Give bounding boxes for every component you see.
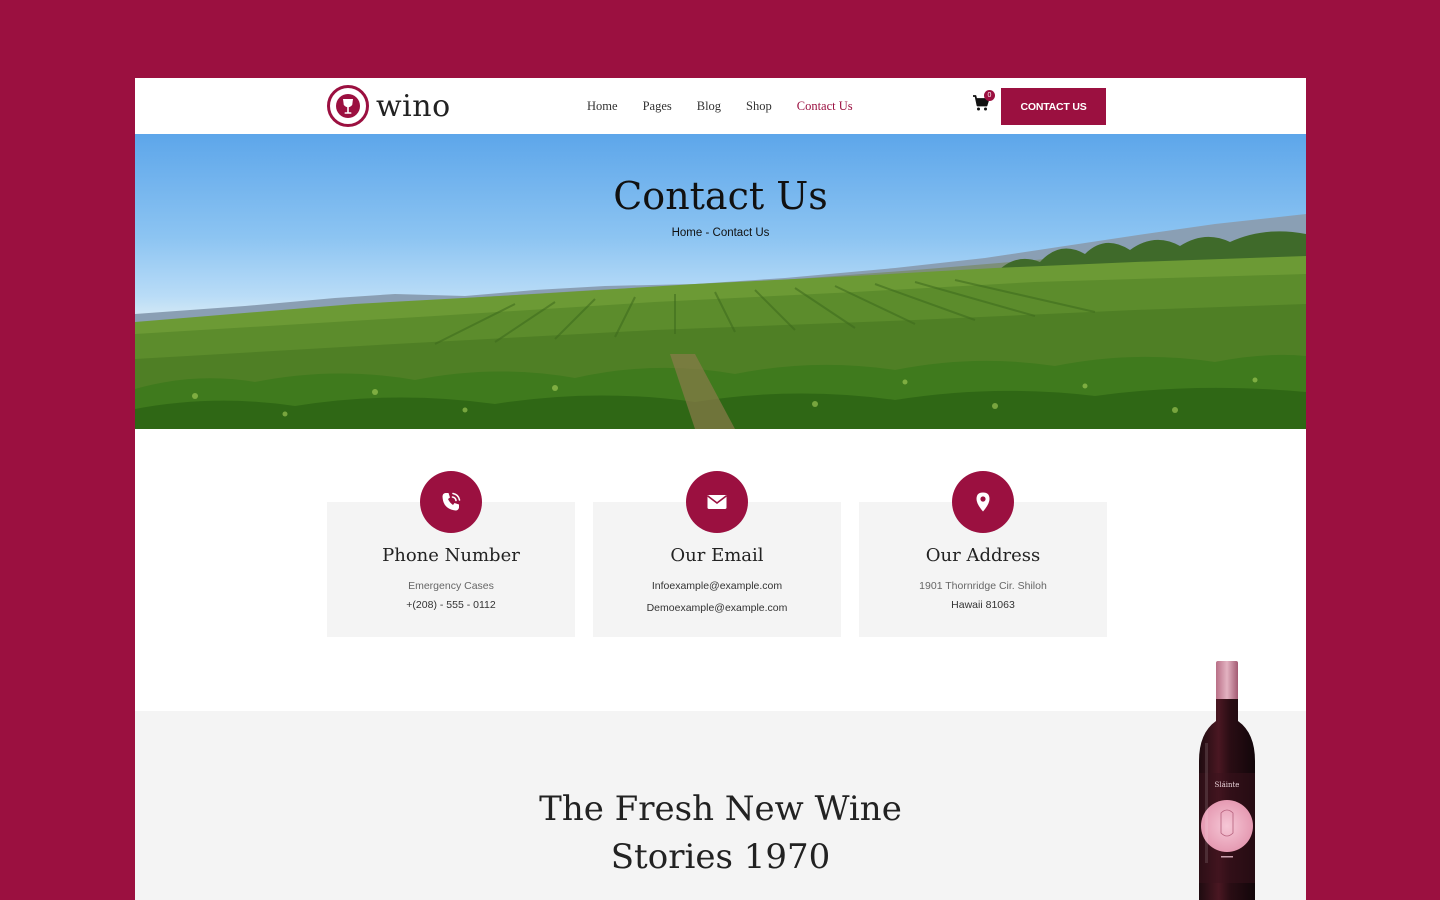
email-address-demo[interactable]: Demoexample@example.com bbox=[593, 602, 841, 614]
nav-item-contact-us[interactable]: Contact Us bbox=[797, 99, 853, 114]
contact-info-cards: Phone Number Emergency Cases +(208) - 55… bbox=[327, 471, 1107, 637]
phone-icon bbox=[420, 471, 482, 533]
story-section: The Fresh New Wine Stories 1970 bbox=[135, 711, 1306, 900]
card-title: Our Email bbox=[670, 545, 764, 566]
contact-us-button[interactable]: CONTACT US bbox=[1001, 88, 1106, 125]
breadcrumb-home-link[interactable]: Home bbox=[672, 227, 703, 239]
card-subtitle: Emergency Cases bbox=[408, 580, 494, 592]
nav-item-home[interactable]: Home bbox=[587, 99, 618, 114]
site-header: wino Home Pages Blog Shop Contact Us 0 C… bbox=[135, 78, 1306, 134]
breadcrumb-separator: - bbox=[702, 227, 713, 239]
envelope-icon bbox=[686, 471, 748, 533]
main-nav: Home Pages Blog Shop Contact Us bbox=[587, 78, 878, 134]
nav-item-blog[interactable]: Blog bbox=[697, 99, 721, 114]
bottle-label-text: Sláinte bbox=[1215, 781, 1240, 789]
section-heading-line-1: The Fresh New Wine bbox=[539, 789, 902, 829]
phone-number[interactable]: +(208) - 555 - 0112 bbox=[327, 599, 575, 611]
location-pin-icon bbox=[952, 471, 1014, 533]
phone-card: Phone Number Emergency Cases +(208) - 55… bbox=[327, 471, 575, 637]
logo[interactable]: wino bbox=[327, 84, 451, 128]
breadcrumb: Home - Contact Us bbox=[135, 227, 1306, 239]
address-card: Our Address 1901 Thornridge Cir. Shiloh … bbox=[859, 471, 1107, 637]
email-address-info[interactable]: Infoexample@example.com bbox=[593, 580, 841, 592]
brand-name: wino bbox=[376, 88, 451, 124]
breadcrumb-current: Contact Us bbox=[712, 227, 770, 239]
wine-glass-icon bbox=[327, 85, 369, 127]
address-line-1: 1901 Thornridge Cir. Shiloh bbox=[919, 580, 1047, 592]
email-card: Our Email Infoexample@example.com Demoex… bbox=[593, 471, 841, 637]
cart-count-badge: 0 bbox=[984, 90, 995, 101]
card-title: Phone Number bbox=[382, 545, 520, 566]
page-title: Contact Us bbox=[613, 174, 828, 218]
wine-bottle-image: Sláinte bbox=[1193, 661, 1261, 900]
hero-banner: Contact Us Home - Contact Us bbox=[135, 134, 1306, 429]
cart-button[interactable]: 0 bbox=[972, 90, 995, 114]
nav-item-pages[interactable]: Pages bbox=[643, 99, 672, 114]
nav-item-shop[interactable]: Shop bbox=[746, 99, 772, 114]
card-title: Our Address bbox=[925, 545, 1041, 566]
section-heading: The Fresh New Wine Stories 1970 bbox=[135, 785, 1306, 881]
page-frame: wino Home Pages Blog Shop Contact Us 0 C… bbox=[135, 78, 1306, 900]
section-heading-line-2: Stories 1970 bbox=[610, 837, 831, 877]
address-line-2: Hawaii 81063 bbox=[951, 599, 1015, 611]
